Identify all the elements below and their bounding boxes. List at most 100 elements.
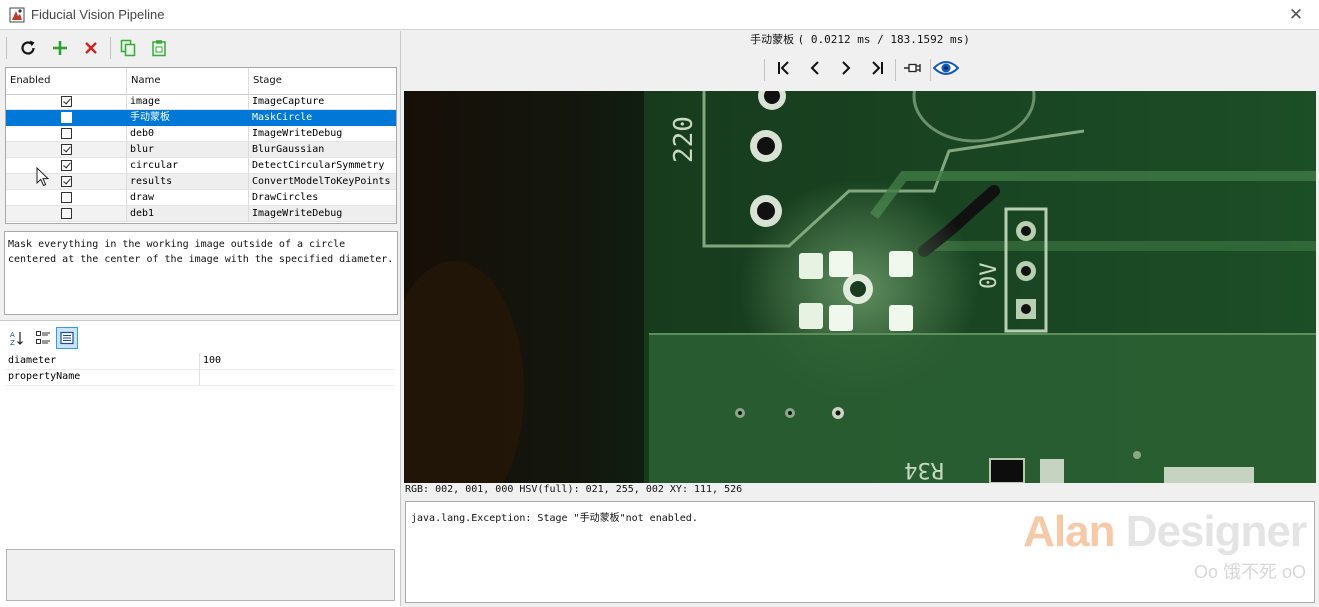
table-row[interactable]: deb0 ImageWriteDebug [6, 126, 396, 142]
stages-table: Enabled Name Stage image ImageCapture 手动蒙板… [5, 67, 397, 224]
close-button[interactable]: ✕ [1273, 0, 1319, 30]
eye-icon [933, 61, 959, 75]
pin-button[interactable] [900, 55, 926, 81]
paste-button[interactable] [147, 36, 171, 60]
enabled-checkbox[interactable] [61, 160, 72, 171]
watermark-word-1: Alan [1023, 507, 1115, 556]
refresh-button[interactable] [16, 36, 40, 60]
table-row[interactable]: draw DrawCircles [6, 190, 396, 206]
delete-stage-button[interactable] [79, 36, 103, 60]
watermark-subtitle: Oo 饿不死 oO [1193, 562, 1306, 582]
nav-separator [895, 59, 896, 81]
stage-type-cell[interactable]: DetectCircularSymmetry [249, 158, 396, 174]
previous-icon [810, 61, 819, 75]
property-pages-icon [60, 331, 74, 345]
enabled-cell [6, 190, 127, 206]
next-icon [842, 61, 851, 75]
table-row[interactable]: 手动蒙板 MaskCircle [6, 110, 396, 126]
toolbar-separator [110, 37, 111, 59]
add-stage-button[interactable] [48, 36, 72, 60]
property-row-propertyname[interactable]: propertyName [5, 369, 395, 386]
app-icon [9, 7, 25, 23]
table-row[interactable]: circular DetectCircularSymmetry [6, 158, 396, 174]
camera-image[interactable]: 220 0V R34 [404, 91, 1316, 483]
title-bar: Fiducial Vision Pipeline ✕ [0, 0, 1319, 30]
first-icon [778, 61, 789, 75]
enabled-checkbox[interactable] [61, 144, 72, 155]
stage-type-cell[interactable]: ImageWriteDebug [249, 126, 396, 142]
table-row[interactable]: blur BlurGaussian [6, 142, 396, 158]
enabled-checkbox[interactable] [61, 112, 72, 123]
next-stage-button[interactable] [833, 55, 859, 81]
stage-name-cell[interactable]: deb0 [127, 126, 249, 142]
column-header-name[interactable]: Name [127, 68, 249, 94]
stage-name-cell[interactable]: results [127, 174, 249, 190]
categorized-icon [36, 331, 50, 344]
property-pages-button[interactable] [56, 327, 78, 349]
pipeline-toolbar [0, 31, 400, 65]
sort-alphabetical-button[interactable]: A Z [6, 327, 28, 349]
stage-type-cell[interactable]: BlurGaussian [249, 142, 396, 158]
property-sheet: A Z diameter 100 propertyName [0, 320, 400, 607]
pcb-label-220: 220 [669, 116, 699, 163]
table-row[interactable]: image ImageCapture [6, 94, 396, 110]
svg-text:A: A [10, 331, 15, 339]
pipeline-editor-pane: Enabled Name Stage image ImageCapture 手动蒙板… [0, 31, 401, 607]
pcb-label-0v: 0V [977, 263, 1002, 290]
first-stage-button[interactable] [771, 55, 797, 81]
last-icon [872, 61, 883, 75]
column-header-enabled[interactable]: Enabled [6, 68, 127, 94]
sort-alphabetical-icon: A Z [10, 331, 23, 346]
stage-name-cell[interactable]: image [127, 94, 249, 110]
mouse-cursor-icon [36, 167, 50, 187]
categorized-button[interactable] [32, 327, 54, 349]
stage-type-cell[interactable]: ImageCapture [249, 94, 396, 110]
property-key: diameter [5, 353, 200, 369]
stage-type-cell[interactable]: ConvertModelToKeyPoints [249, 174, 396, 190]
preview-toggle-button[interactable] [933, 55, 959, 81]
stage-header: 手动蒙板 ( 0.0212 ms / 183.1592 ms) [404, 31, 1316, 49]
stage-type-cell[interactable]: ImageWriteDebug [249, 206, 396, 222]
last-stage-button[interactable] [864, 55, 890, 81]
enabled-checkbox[interactable] [61, 192, 72, 203]
stage-timing: ( 0.0212 ms / 183.1592 ms) [797, 33, 970, 46]
property-value[interactable]: 100 [201, 353, 395, 369]
property-value[interactable] [201, 369, 395, 385]
enabled-checkbox[interactable] [61, 208, 72, 219]
table-row[interactable]: deb1 ImageWriteDebug [6, 206, 396, 222]
property-description-panel [6, 549, 395, 601]
column-header-stage[interactable]: Stage [249, 68, 396, 94]
stage-type-cell[interactable]: DrawCircles [249, 190, 396, 206]
pin-icon [904, 63, 921, 73]
enabled-cell [6, 174, 127, 190]
watermark: Alan Designer Oo 饿不死 oO [1023, 505, 1307, 583]
stage-name-cell[interactable]: blur [127, 142, 249, 158]
add-icon [53, 41, 67, 55]
enabled-cell [6, 94, 127, 110]
watermark-word-2: Designer [1125, 507, 1307, 556]
stage-title: 手动蒙板 [750, 33, 795, 46]
nav-grip [764, 59, 765, 81]
stage-name-cell[interactable]: 手动蒙板 [127, 110, 249, 126]
enabled-checkbox[interactable] [61, 176, 72, 187]
image-viewer-pane: 手动蒙板 ( 0.0212 ms / 183.1592 ms) 220 0V R… [404, 31, 1316, 606]
property-row-diameter[interactable]: diameter 100 [5, 353, 395, 370]
delete-icon [85, 42, 97, 54]
enabled-checkbox[interactable] [61, 128, 72, 139]
property-key: propertyName [5, 369, 200, 385]
stage-name-cell[interactable]: circular [127, 158, 249, 174]
stage-name-cell[interactable]: draw [127, 190, 249, 206]
copy-button[interactable] [116, 36, 140, 60]
enabled-cell [6, 110, 127, 126]
paste-icon [152, 40, 166, 57]
pcb-image: 220 0V R34 [404, 91, 1316, 483]
stage-type-cell[interactable]: MaskCircle [249, 110, 396, 126]
copy-icon [120, 39, 136, 57]
stage-name-cell[interactable]: deb1 [127, 206, 249, 222]
enabled-cell [6, 206, 127, 222]
table-row[interactable]: results ConvertModelToKeyPoints [6, 174, 396, 190]
enabled-checkbox[interactable] [61, 96, 72, 107]
pcb-label-r34: R34 [904, 457, 944, 482]
previous-stage-button[interactable] [802, 55, 828, 81]
enabled-cell [6, 126, 127, 142]
